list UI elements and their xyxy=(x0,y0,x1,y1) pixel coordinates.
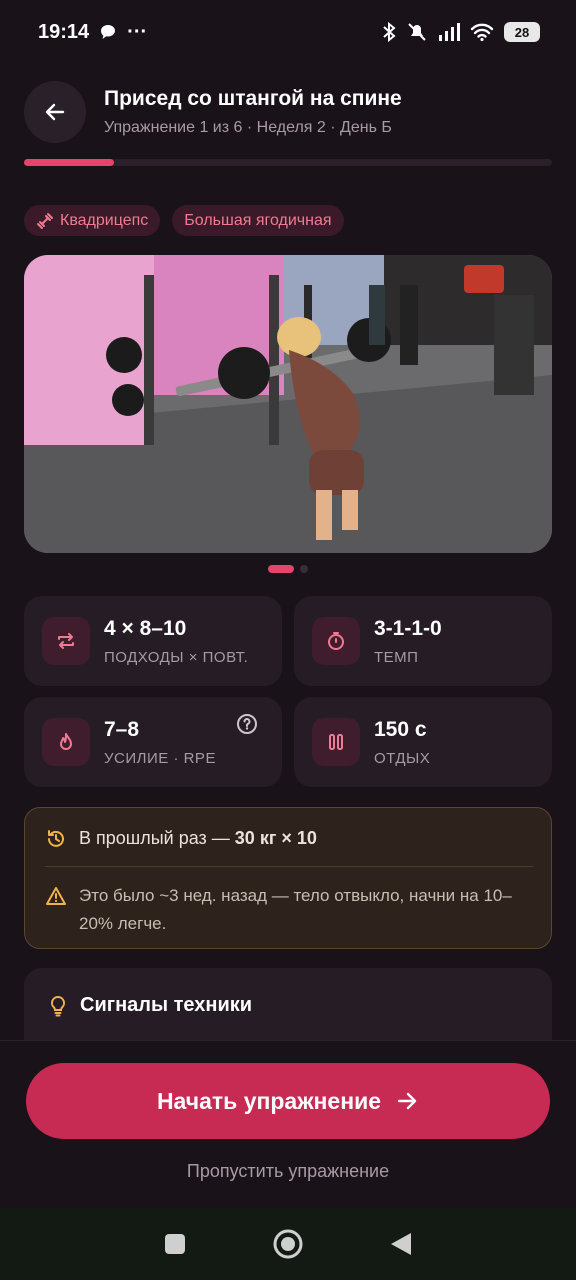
chat-bubble-icon xyxy=(101,25,116,39)
last-time-prefix: В прошлый раз — xyxy=(79,828,235,848)
tag-quadriceps: Квадрицепс xyxy=(24,205,161,236)
carousel-dot[interactable] xyxy=(300,565,308,573)
last-time-result: 30 кг × 10 xyxy=(234,828,317,848)
stat-value: 4 × 8–10 xyxy=(104,616,187,640)
stat-label: ОТДЫХ xyxy=(374,749,431,767)
battery-indicator: 28 xyxy=(504,22,540,42)
muscle-tags: Квадрицепс Большая ягодичная xyxy=(24,205,344,236)
arrow-right-icon xyxy=(397,1092,417,1110)
carousel-indicator xyxy=(0,565,576,573)
bluetooth-icon xyxy=(383,22,396,42)
start-exercise-label: Начать упражнение xyxy=(156,1087,382,1114)
deload-warning: Это было ~3 нед. назад — тело отвыкло, н… xyxy=(79,886,512,933)
arrow-left-icon xyxy=(45,103,65,121)
more-notifications: ··· xyxy=(127,20,148,43)
tag-label: Квадрицепс xyxy=(60,211,149,229)
stat-tempo: 3-1-1-0 ТЕМП xyxy=(294,596,552,686)
start-exercise-button[interactable]: Начать упражнение xyxy=(26,1063,550,1139)
stat-effort: 7–8 УСИЛИЕ · RPE xyxy=(24,697,282,787)
header: Присед со штангой на спине Упражнение 1 … xyxy=(24,80,552,144)
stopwatch-icon xyxy=(312,617,360,665)
divider xyxy=(45,866,533,867)
last-time-card: В прошлый раз — 30 кг × 10 Это было ~3 н… xyxy=(24,807,552,949)
gym-squat-illustration xyxy=(24,255,552,553)
muted-bell-icon xyxy=(408,23,426,41)
recent-apps-icon[interactable] xyxy=(163,1232,187,1256)
stat-rest: 150 с ОТДЫХ xyxy=(294,697,552,787)
wifi-icon xyxy=(470,23,494,41)
clock: 19:14 xyxy=(38,20,90,43)
warning-icon xyxy=(46,887,66,905)
stat-label: УСИЛИЕ · RPE xyxy=(104,749,216,767)
exercise-photo[interactable] xyxy=(24,255,552,553)
exercise-title: Присед со штангой на спине xyxy=(104,87,402,110)
lightbulb-icon xyxy=(50,995,66,1016)
technique-title: Сигналы техники xyxy=(80,994,253,1016)
stat-sets-reps: 4 × 8–10 ПОДХОДЫ × ПОВТ. xyxy=(24,596,282,686)
bottom-actions: Начать упражнение Пропустить упражнение xyxy=(0,1040,576,1208)
stat-value: 7–8 xyxy=(104,717,140,741)
home-icon[interactable] xyxy=(272,1228,304,1260)
stat-label: ТЕМП xyxy=(374,648,419,666)
exercise-subtitle: Упражнение 1 из 6 · Неделя 2 · День Б xyxy=(104,119,392,136)
workout-progress-fill xyxy=(24,159,114,166)
system-nav-bar xyxy=(0,1208,576,1280)
history-icon xyxy=(48,830,64,847)
carousel-dot-active[interactable] xyxy=(268,565,294,573)
repeat-icon xyxy=(42,617,90,665)
pause-icon xyxy=(312,718,360,766)
signal-icon xyxy=(439,23,460,41)
nav-back-icon[interactable] xyxy=(389,1231,413,1257)
back-button[interactable] xyxy=(24,81,86,143)
status-bar: 19:14 ··· 28 xyxy=(0,0,576,64)
stat-value: 150 с xyxy=(374,717,427,741)
tag-label: Большая ягодичная xyxy=(184,211,332,229)
workout-progress-bar xyxy=(24,159,552,166)
dumbbell-icon xyxy=(37,212,53,229)
stat-value: 3-1-1-0 xyxy=(374,616,442,640)
flame-icon xyxy=(42,718,90,766)
skip-exercise-link[interactable]: Пропустить упражнение xyxy=(0,1161,576,1182)
tag-gluteus: Большая ягодичная xyxy=(172,205,344,236)
help-icon[interactable] xyxy=(236,713,258,740)
stat-label: ПОДХОДЫ × ПОВТ. xyxy=(104,648,249,666)
